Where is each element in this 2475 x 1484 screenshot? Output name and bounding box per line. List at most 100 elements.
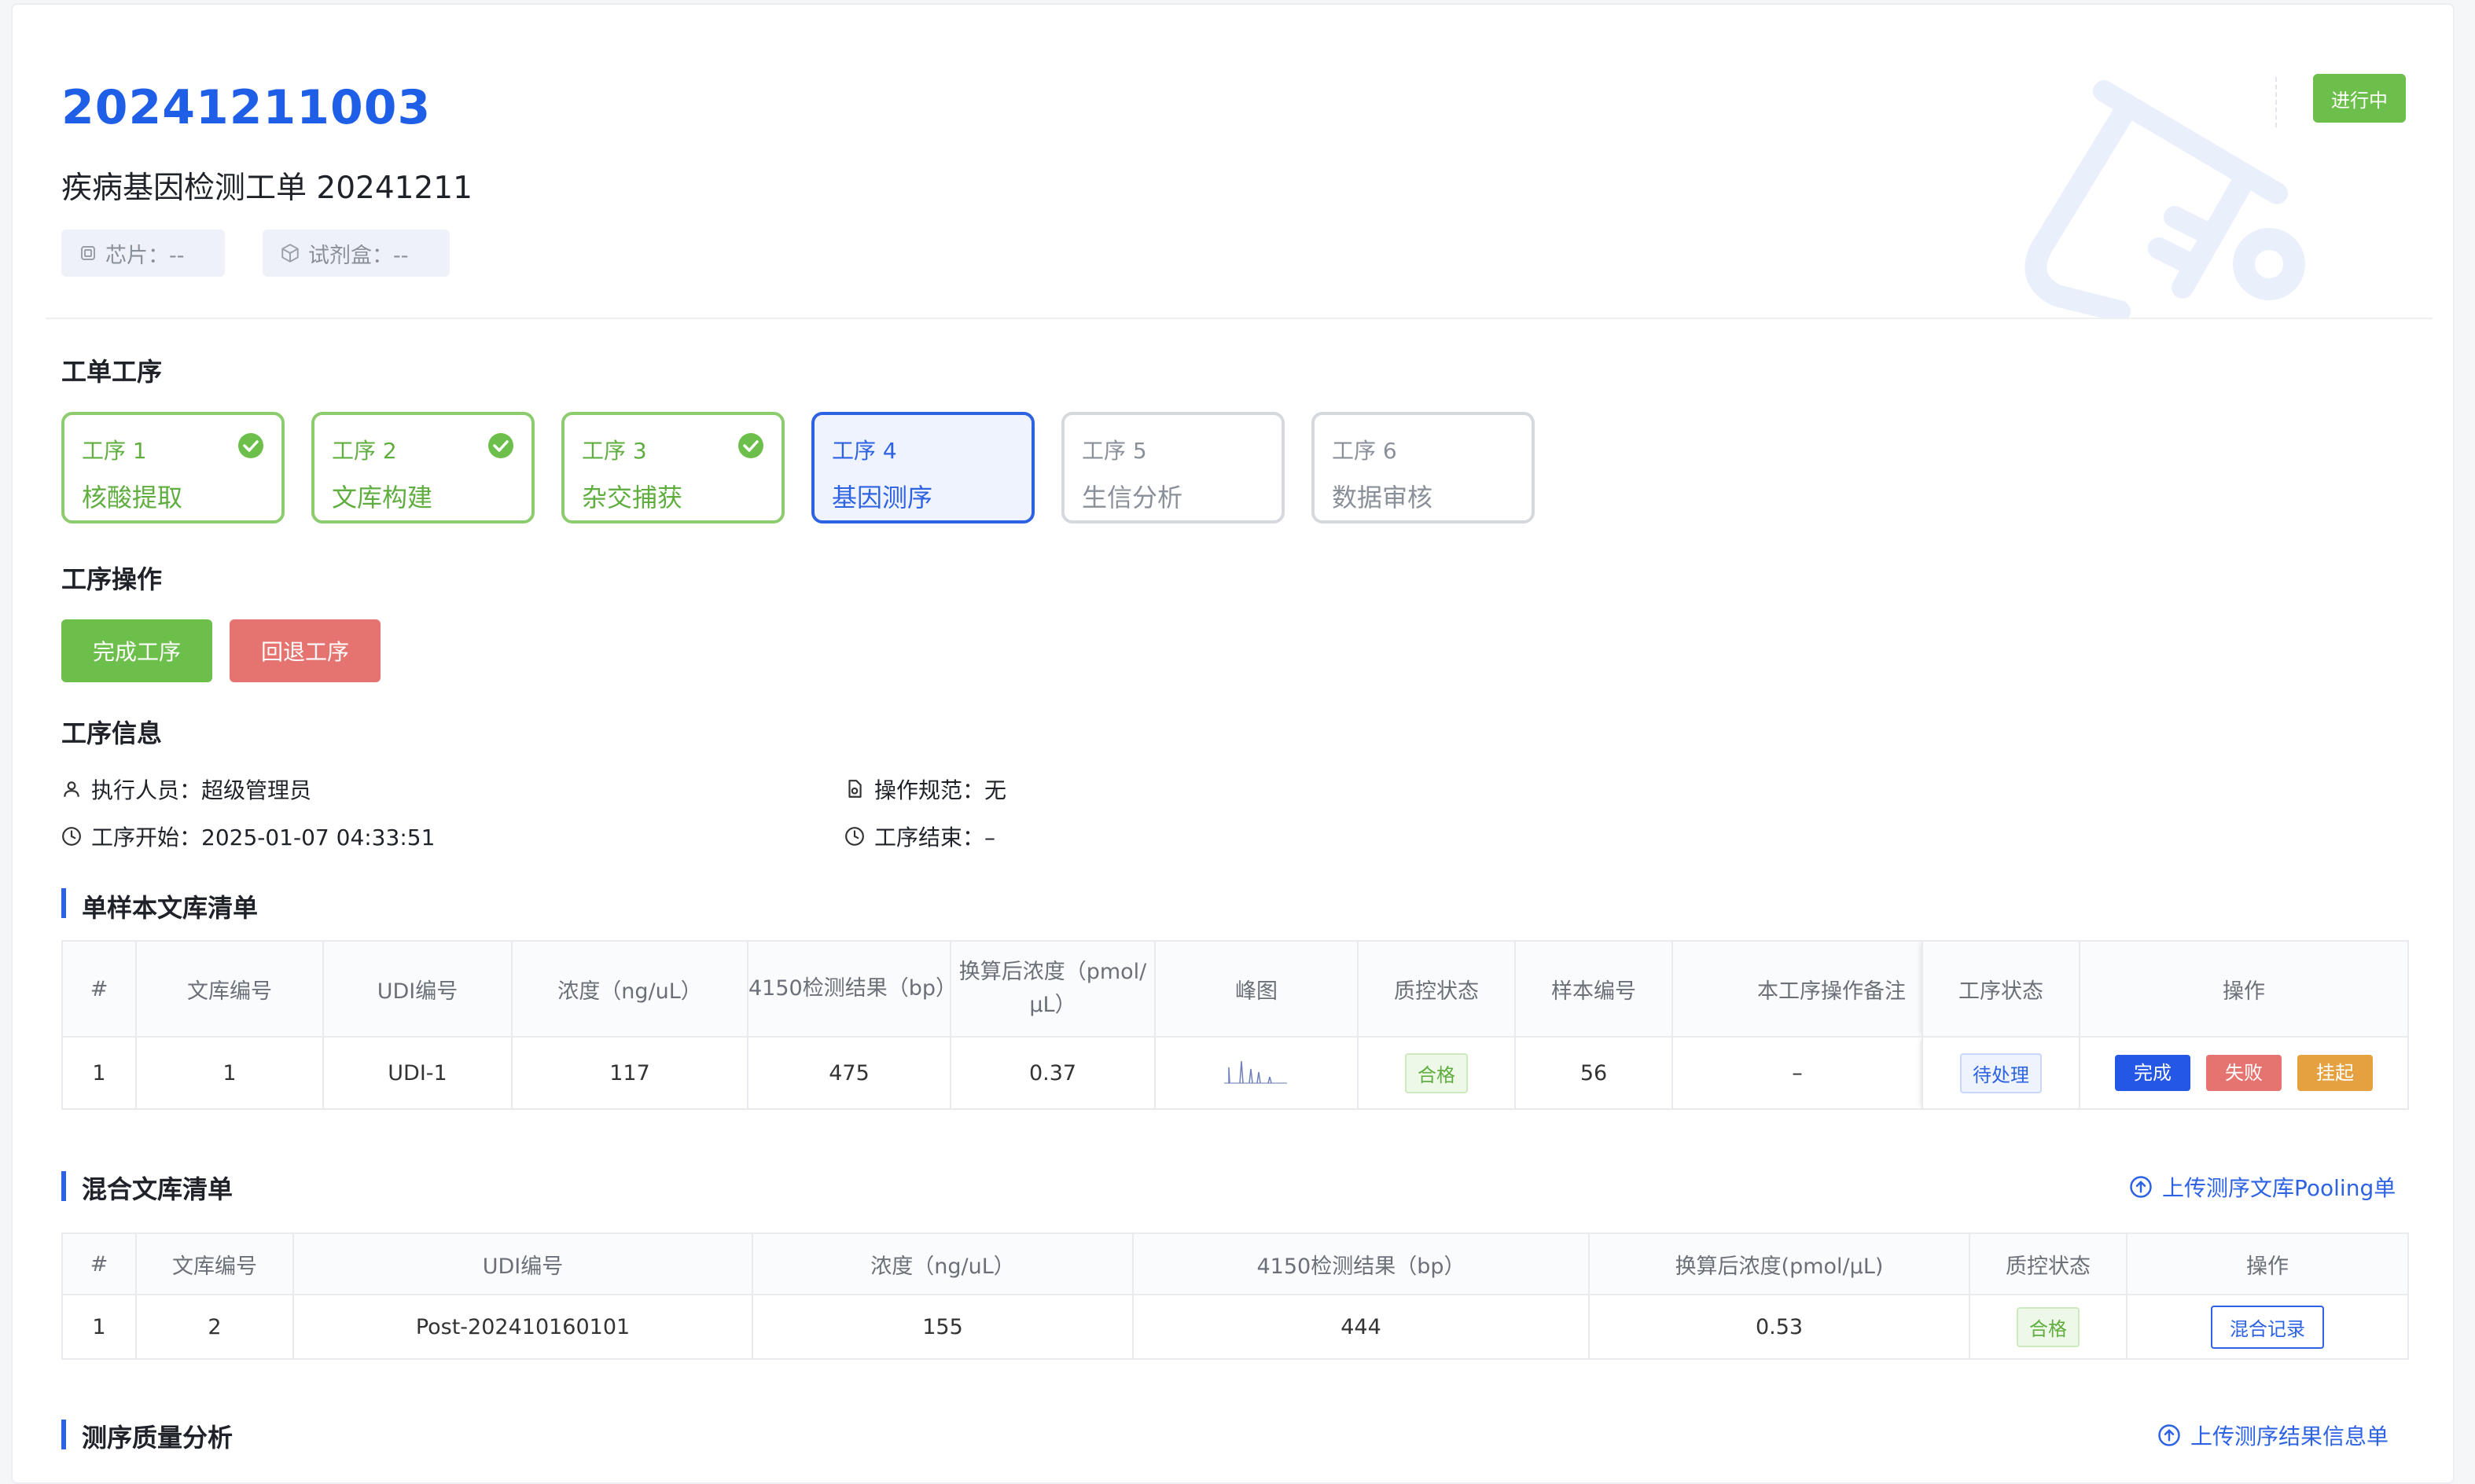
order-id: 20241211003 <box>61 80 432 135</box>
table-row: 1 2 Post-202410160101 155 444 0.53 合格 混合… <box>61 1294 2409 1360</box>
mix-record-button[interactable]: 混合记录 <box>2211 1305 2324 1349</box>
step-number: 工序 4 <box>832 438 897 464</box>
row-hold-button[interactable]: 挂起 <box>2297 1055 2373 1091</box>
clock-icon <box>62 827 81 846</box>
col-header: # <box>61 940 137 1038</box>
col-header: 浓度（ng/uL） <box>752 1232 1134 1295</box>
detection-result: 475 <box>747 1036 951 1110</box>
row-fail-button[interactable]: 失败 <box>2206 1055 2282 1091</box>
step-number: 工序 1 <box>82 438 147 464</box>
rollback-step-button[interactable]: 回退工序 <box>230 619 381 682</box>
document-icon <box>848 780 862 798</box>
step-number: 工序 5 <box>1082 438 1147 464</box>
start-info: 工序开始：2025-01-07 04:33:51 <box>61 821 435 852</box>
chip-tag: 芯片：-- <box>61 230 225 277</box>
concentration: 117 <box>511 1036 748 1110</box>
step-name: 数据审核 <box>1332 483 1433 512</box>
qc-status-cell: 合格 <box>1969 1294 2127 1360</box>
upload-circle-icon <box>2130 1176 2152 1198</box>
peak-chart-thumbnail[interactable] <box>1221 1053 1292 1088</box>
test-tube-watermark-icon <box>2024 80 2305 319</box>
step-1-card[interactable]: 工序 1 核酸提取 <box>61 412 285 523</box>
col-header: 4150检测结果（bp） <box>747 940 957 1038</box>
single-library-table: # 文库编号 UDI编号 浓度（ng/uL） 4150检测结果（bp） 换算后浓… <box>61 940 2409 1110</box>
concentration: 155 <box>752 1294 1134 1360</box>
udi-number: UDI-1 <box>322 1036 513 1110</box>
col-header: UDI编号 <box>322 940 513 1038</box>
upload-pooling-link[interactable]: 上传测序文库Pooling单 <box>2129 1171 2396 1203</box>
work-order-card: 20241211003 疾病基因检测工单 20241211 芯片：-- 试剂盒：… <box>11 3 2455 1484</box>
complete-step-button[interactable]: 完成工序 <box>61 619 212 682</box>
detection-result: 444 <box>1132 1294 1590 1360</box>
step-number: 工序 2 <box>332 438 397 464</box>
kit-tag: 试剂盒：-- <box>263 230 450 277</box>
upload-circle-icon <box>2158 1424 2180 1446</box>
check-circle-icon <box>488 433 513 458</box>
executor-info: 执行人员：超级管理员 <box>61 773 311 805</box>
mixed-library-table: # 文库编号 UDI编号 浓度（ng/uL） 4150检测结果（bp） 换算后浓… <box>61 1232 2409 1360</box>
kit-label: 试剂盒：-- <box>308 243 409 268</box>
peak-chart-cell[interactable] <box>1154 1036 1359 1110</box>
status-badge: 进行中 <box>2313 74 2406 123</box>
col-header: 峰图 <box>1154 940 1359 1038</box>
library-number: 2 <box>135 1294 294 1360</box>
actions-cell: 混合记录 <box>2126 1294 2409 1360</box>
single-library-title: 单样本文库清单 <box>82 893 259 923</box>
step-5-card[interactable]: 工序 5 生信分析 <box>1061 412 1285 523</box>
step-name: 核酸提取 <box>82 483 183 512</box>
row-index: 1 <box>61 1036 137 1110</box>
step-3-card[interactable]: 工序 3 杂交捕获 <box>561 412 785 523</box>
info-title: 工序信息 <box>61 718 163 748</box>
col-header: 换算后浓度(pmol/μL) <box>1588 1232 1970 1295</box>
spec-text: 操作规范：无 <box>874 777 1007 803</box>
col-header: 质控状态 <box>1969 1232 2127 1295</box>
user-icon <box>64 781 79 797</box>
col-header: 工序状态 <box>1922 940 2080 1038</box>
chip-label: 芯片：-- <box>105 243 185 268</box>
steps-title: 工单工序 <box>61 357 163 387</box>
mixed-library-title: 混合文库清单 <box>82 1174 234 1204</box>
col-header: 本工序操作备注 <box>1671 940 1923 1038</box>
step-6-card[interactable]: 工序 6 数据审核 <box>1311 412 1535 523</box>
order-name: 疾病基因检测工单 20241211 <box>61 171 473 206</box>
row-complete-button[interactable]: 完成 <box>2115 1055 2190 1091</box>
upload-pooling-label: 上传测序文库Pooling单 <box>2162 1175 2396 1201</box>
step-remark: – <box>1671 1036 1923 1110</box>
end-text: 工序结束：– <box>874 825 996 850</box>
spec-info: 操作规范：无 <box>844 773 1006 805</box>
converted-concentration: 0.37 <box>950 1036 1156 1110</box>
table-row: 1 1 UDI-1 117 475 0.37 合格 56 – 待处理 完成 失败挂… <box>61 1036 2409 1110</box>
clock-icon <box>845 827 864 846</box>
qc-status-badge: 合格 <box>2017 1306 2080 1347</box>
col-header: 操作 <box>2079 940 2409 1038</box>
table-header-row: # 文库编号 UDI编号 浓度（ng/uL） 4150检测结果（bp） 换算后浓… <box>61 940 2409 1038</box>
step-status-badge: 待处理 <box>1960 1052 2042 1093</box>
section-marker <box>61 1420 66 1449</box>
actions-cell: 完成 失败 挂起 <box>2079 1036 2409 1110</box>
step-number: 工序 6 <box>1332 438 1397 464</box>
step-4-card[interactable]: 工序 4 基因测序 <box>811 412 1035 523</box>
col-header: UDI编号 <box>292 1232 753 1295</box>
quality-title: 测序质量分析 <box>82 1423 234 1453</box>
upload-result-label: 上传测序结果信息单 <box>2190 1423 2389 1449</box>
qc-status-badge: 合格 <box>1405 1052 1468 1093</box>
qc-status-cell: 合格 <box>1357 1036 1516 1110</box>
col-header: 浓度（ng/uL） <box>511 940 748 1038</box>
upload-result-link[interactable]: 上传测序结果信息单 <box>2157 1420 2389 1451</box>
udi-number: Post-202410160101 <box>292 1294 753 1360</box>
start-text: 工序开始：2025-01-07 04:33:51 <box>91 825 436 850</box>
step-status-cell: 待处理 <box>1922 1036 2080 1110</box>
end-info: 工序结束：– <box>844 821 995 852</box>
step-name: 杂交捕获 <box>582 483 683 512</box>
col-header: 操作 <box>2126 1232 2409 1295</box>
step-name: 基因测序 <box>832 483 933 512</box>
executor-text: 执行人员：超级管理员 <box>91 777 312 803</box>
step-number: 工序 3 <box>582 438 647 464</box>
col-header: 文库编号 <box>135 1232 294 1295</box>
section-marker <box>61 888 66 918</box>
step-2-card[interactable]: 工序 2 文库构建 <box>311 412 535 523</box>
table-header-row: # 文库编号 UDI编号 浓度（ng/uL） 4150检测结果（bp） 换算后浓… <box>61 1232 2409 1295</box>
box-icon <box>281 244 299 263</box>
converted-concentration: 0.53 <box>1588 1294 1970 1360</box>
col-header: # <box>61 1232 137 1295</box>
